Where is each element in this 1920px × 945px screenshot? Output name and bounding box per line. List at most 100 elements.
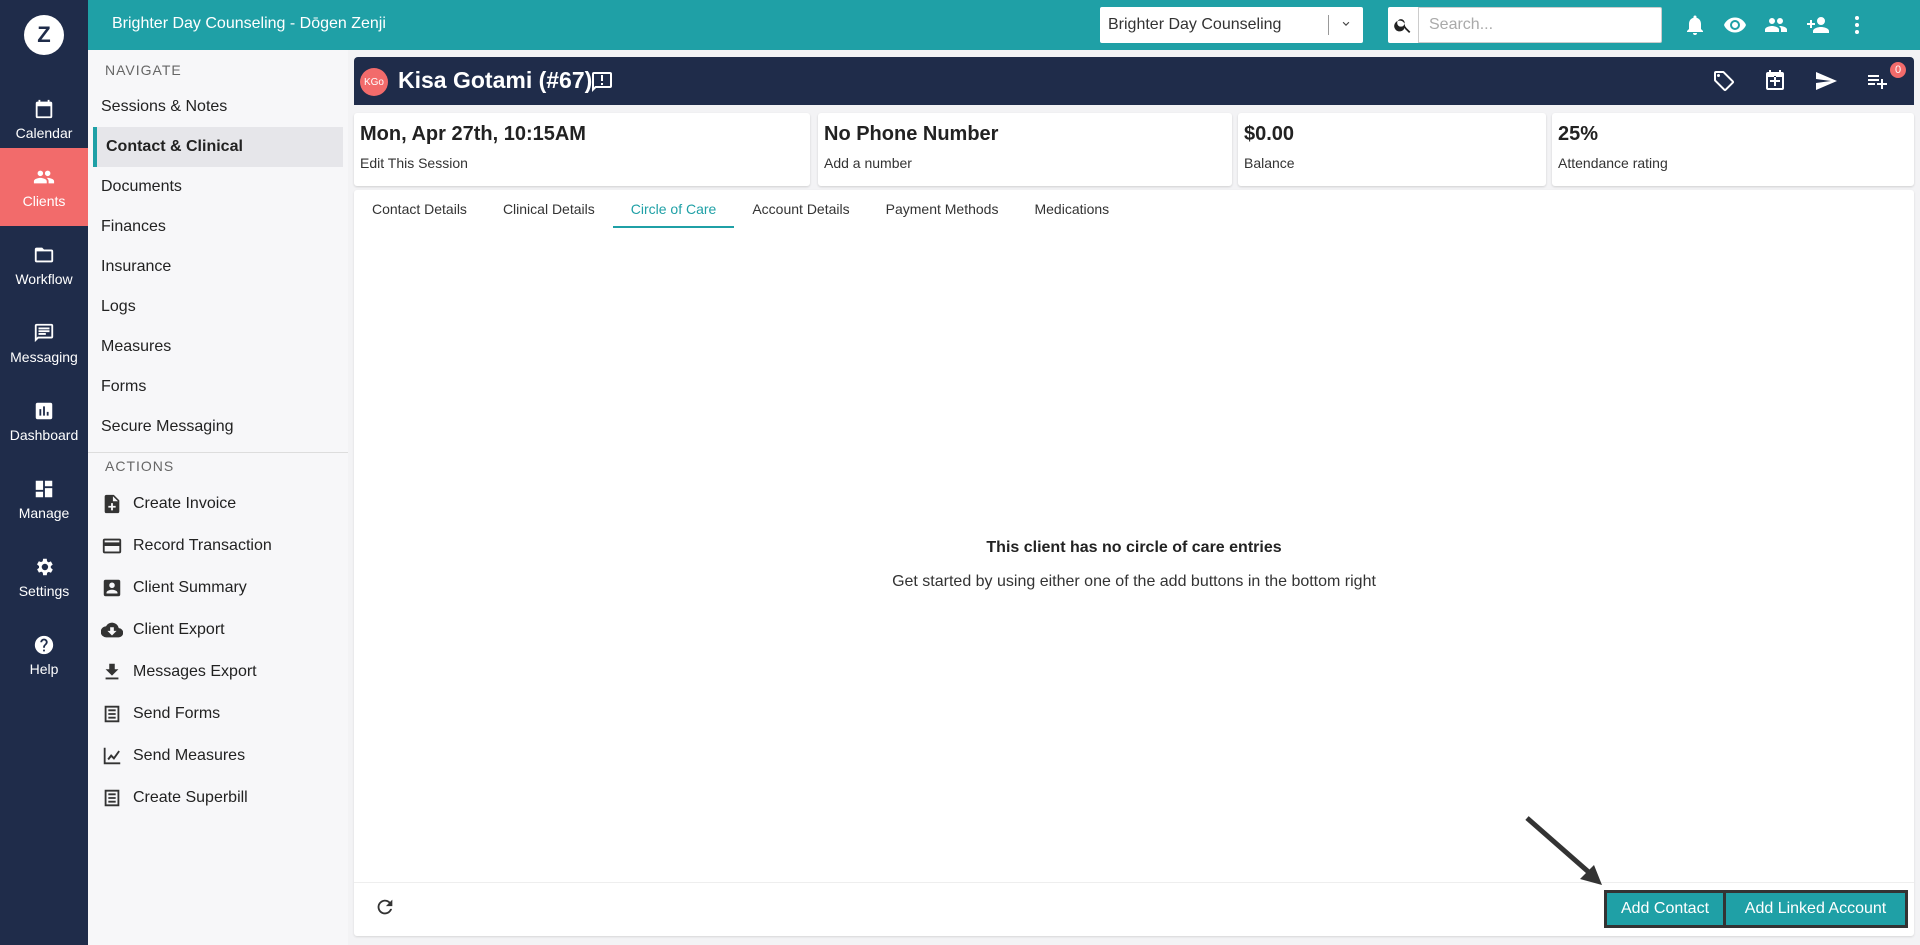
rail-label: Messaging	[10, 348, 78, 365]
action-label: Send Measures	[133, 747, 246, 764]
tab-medications[interactable]: Medications	[1016, 190, 1127, 228]
action-label: Create Invoice	[133, 495, 237, 512]
eye-icon	[1724, 17, 1746, 33]
chevron-down-icon	[1342, 21, 1350, 26]
phone-card[interactable]: No Phone Number Add a number	[818, 113, 1232, 186]
people-icon	[33, 170, 55, 183]
more-vert-icon	[1855, 16, 1859, 34]
app-logo[interactable]: Z	[24, 15, 64, 55]
dashboard-icon	[35, 480, 53, 497]
schedule-session-button[interactable]	[1763, 69, 1789, 95]
card-label: Add a number	[824, 155, 912, 171]
action-messages-export[interactable]: Messages Export	[101, 655, 257, 689]
rail-item-calendar[interactable]: Calendar	[0, 80, 88, 158]
rail-label: Calendar	[15, 124, 73, 141]
receipt-icon	[104, 789, 120, 807]
search-button[interactable]	[1388, 7, 1418, 43]
rail-item-dashboard[interactable]: Dashboard	[0, 382, 88, 460]
arrow-annotation-icon	[1525, 816, 1602, 885]
attendance-card[interactable]: 25% Attendance rating	[1552, 113, 1914, 186]
rail-item-manage[interactable]: Manage	[0, 460, 88, 538]
calendar-icon	[35, 99, 53, 118]
rail-item-clients[interactable]: Clients	[0, 148, 88, 226]
send-button[interactable]	[1814, 69, 1840, 95]
rail-item-help[interactable]: Help	[0, 616, 88, 694]
refresh-button[interactable]	[374, 896, 398, 920]
clients-button[interactable]	[1763, 12, 1789, 38]
action-create-superbill[interactable]: Create Superbill	[101, 781, 248, 815]
organization-select-value: Brighter Day Counseling	[1108, 16, 1282, 33]
card-value: No Phone Number	[824, 123, 999, 145]
next-session-card[interactable]: Mon, Apr 27th, 10:15AM Edit This Session	[354, 113, 810, 186]
organization-select[interactable]: Brighter Day Counseling	[1100, 7, 1363, 43]
tag-icon	[1714, 71, 1734, 91]
add-linked-account-button[interactable]: Add Linked Account	[1726, 893, 1905, 925]
card-value: 25%	[1558, 123, 1599, 145]
nav-measures[interactable]: Measures	[88, 327, 343, 367]
top-bar: Brighter Day Counseling - Dōgen Zenji Br…	[88, 0, 1920, 50]
tab-bar: Contact Details Clinical Details Circle …	[354, 190, 1127, 228]
action-send-measures[interactable]: Send Measures	[101, 739, 245, 773]
client-name: Kisa Gotami (#67)	[398, 67, 593, 93]
action-label: Create Superbill	[133, 789, 248, 806]
add-client-button[interactable]	[1805, 12, 1831, 38]
more-menu-button[interactable]	[1844, 12, 1870, 38]
line-chart-icon	[103, 747, 121, 765]
notifications-button[interactable]	[1682, 12, 1708, 38]
help-icon	[34, 635, 54, 654]
action-client-export[interactable]: Client Export	[101, 613, 225, 647]
client-header: KGo Kisa Gotami (#67) 0	[354, 57, 1914, 105]
nav-sessions-notes[interactable]: Sessions & Notes	[88, 87, 343, 127]
message-icon	[34, 323, 54, 342]
tab-contact-details[interactable]: Contact Details	[354, 190, 485, 228]
rail-item-messaging[interactable]: Messaging	[0, 304, 88, 382]
bar-chart-icon	[35, 402, 53, 419]
rail-label: Dashboard	[9, 426, 79, 443]
panel-footer-divider	[354, 882, 1914, 883]
rail-label: Help	[29, 660, 59, 677]
search-input[interactable]	[1418, 7, 1662, 43]
tab-clinical-details[interactable]: Clinical Details	[485, 190, 613, 228]
calendar-add-icon	[1766, 70, 1784, 90]
view-as-button[interactable]	[1722, 12, 1748, 38]
main-rail: Z Calendar Clients Workflow Messaging Da…	[0, 0, 88, 945]
add-buttons-group: Add Contact Add Linked Account	[1604, 890, 1908, 928]
action-label: Client Summary	[133, 579, 247, 596]
tab-payment-methods[interactable]: Payment Methods	[868, 190, 1017, 228]
search-icon	[1394, 19, 1411, 33]
add-contact-button[interactable]: Add Contact	[1607, 893, 1723, 925]
nav-insurance[interactable]: Insurance	[88, 247, 343, 287]
action-create-invoice[interactable]: Create Invoice	[101, 487, 236, 521]
nav-finances[interactable]: Finances	[88, 207, 343, 247]
card-label: Attendance rating	[1558, 155, 1668, 171]
refresh-icon	[377, 899, 393, 915]
rail-item-settings[interactable]: Settings	[0, 538, 88, 616]
card-value: $0.00	[1244, 123, 1295, 145]
add-to-list-button[interactable]	[1865, 69, 1891, 95]
action-label: Send Forms	[133, 705, 221, 722]
nav-documents[interactable]: Documents	[88, 167, 343, 207]
nav-secure-messaging[interactable]: Secure Messaging	[88, 407, 343, 447]
comment-icon[interactable]	[590, 70, 614, 94]
action-send-forms[interactable]: Send Forms	[101, 697, 220, 731]
balance-card[interactable]: $0.00 Balance	[1238, 113, 1546, 186]
tab-circle-of-care[interactable]: Circle of Care	[612, 190, 735, 228]
navigate-heading: NAVIGATE	[105, 62, 182, 78]
tag-button[interactable]	[1712, 69, 1738, 95]
action-client-summary[interactable]: Client Summary	[101, 571, 247, 605]
playlist-add-icon	[1868, 75, 1887, 89]
actions-heading: ACTIONS	[105, 458, 175, 474]
account-box-icon	[103, 579, 121, 597]
action-label: Client Export	[133, 621, 225, 638]
rail-label: Workflow	[15, 270, 73, 287]
nav-logs[interactable]: Logs	[88, 287, 343, 327]
nav-contact-clinical[interactable]: Contact & Clinical	[93, 127, 343, 167]
tab-account-details[interactable]: Account Details	[734, 190, 867, 228]
cloud-download-icon	[101, 622, 123, 638]
action-label: Messages Export	[133, 663, 257, 680]
nav-forms[interactable]: Forms	[88, 367, 343, 407]
card-value: Mon, Apr 27th, 10:15AM	[360, 123, 586, 145]
action-record-transaction[interactable]: Record Transaction	[101, 529, 272, 563]
rail-item-workflow[interactable]: Workflow	[0, 226, 88, 304]
action-label: Record Transaction	[133, 537, 272, 554]
